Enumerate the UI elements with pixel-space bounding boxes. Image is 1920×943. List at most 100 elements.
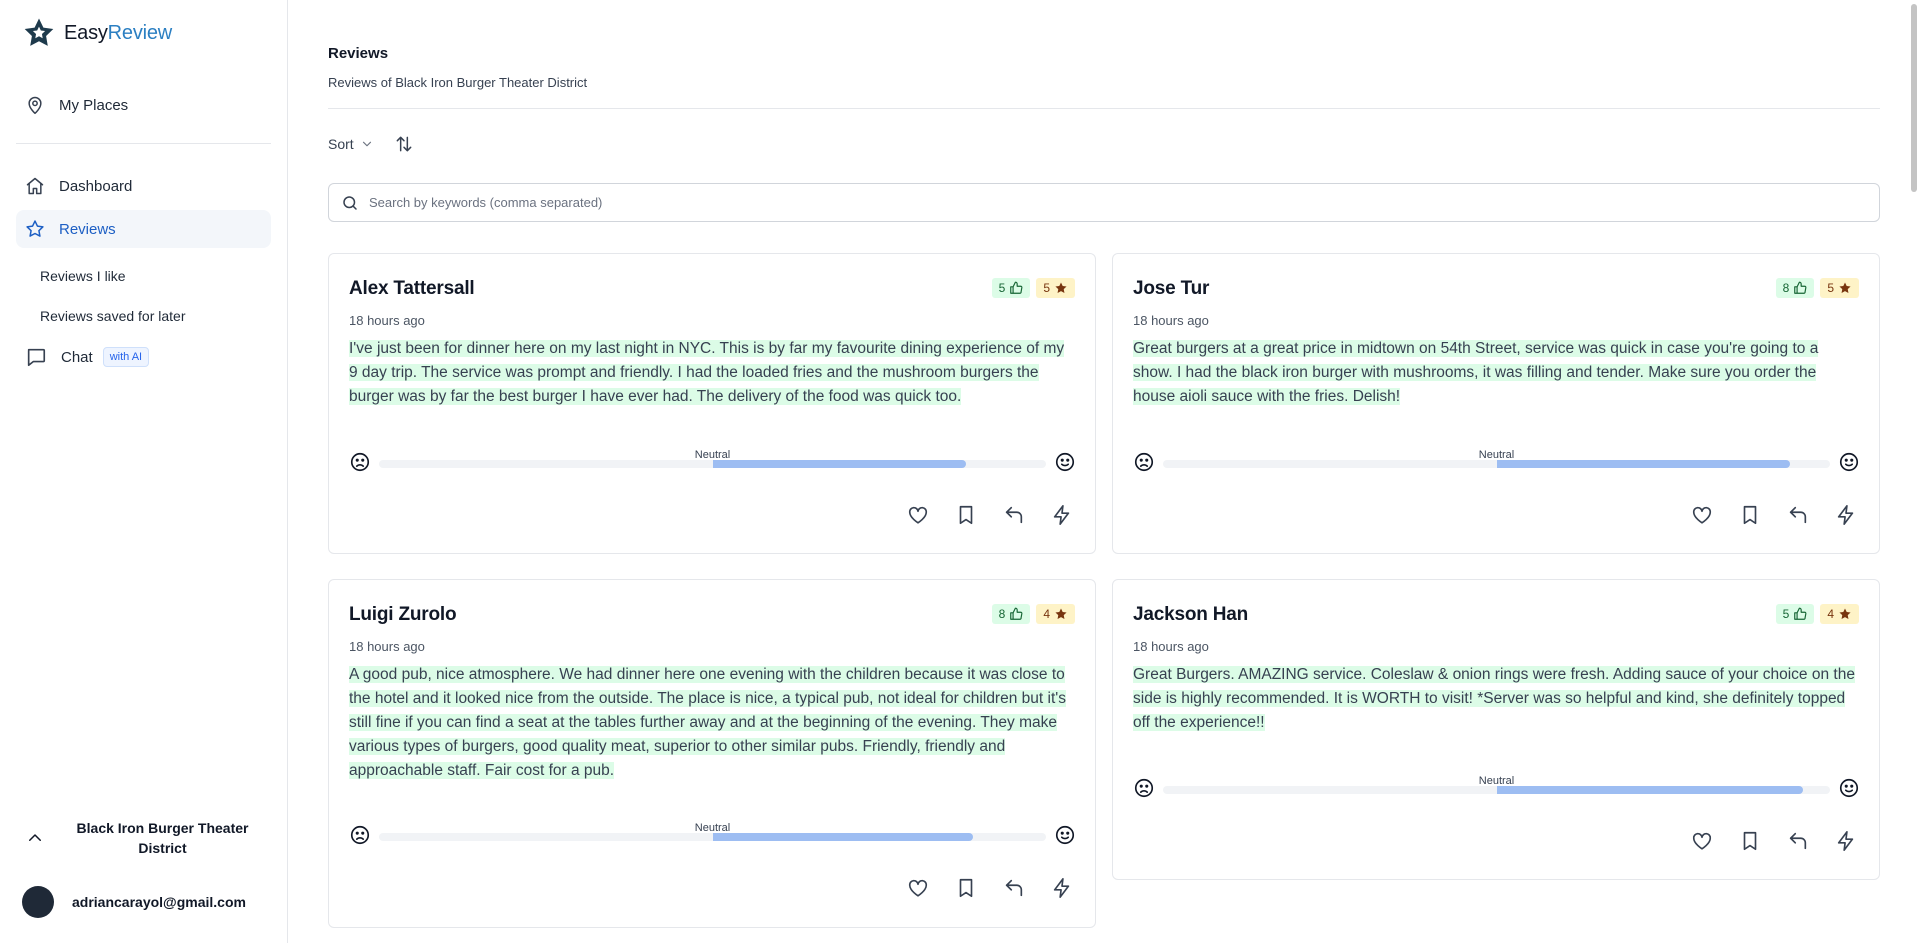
lightning-icon[interactable] bbox=[1833, 828, 1859, 854]
review-time: 18 hours ago bbox=[1133, 313, 1209, 328]
heart-icon[interactable] bbox=[905, 875, 931, 901]
review-actions bbox=[905, 875, 1075, 901]
sort-direction-icon[interactable] bbox=[394, 134, 414, 154]
stars-badge: 5 bbox=[1036, 278, 1075, 298]
likes-count: 5 bbox=[1782, 607, 1790, 621]
stars-badge: 5 bbox=[1820, 278, 1859, 298]
thumbs-up-icon bbox=[1010, 281, 1023, 294]
heart-icon[interactable] bbox=[1689, 828, 1715, 854]
neutral-label: Neutral bbox=[1478, 775, 1515, 787]
review-text: Great burgers at a great price in midtow… bbox=[1133, 337, 1855, 409]
search-box bbox=[328, 183, 1880, 222]
bookmark-icon[interactable] bbox=[1737, 828, 1763, 854]
sad-face-icon bbox=[350, 825, 370, 845]
home-icon bbox=[26, 177, 44, 195]
happy-face-icon bbox=[1055, 452, 1075, 472]
reply-icon[interactable] bbox=[1001, 875, 1027, 901]
review-badges: 5 4 bbox=[1775, 604, 1859, 624]
reply-icon[interactable] bbox=[1001, 502, 1027, 528]
chevron-up-icon[interactable] bbox=[16, 819, 54, 857]
sentiment-bar: Neutral bbox=[1133, 449, 1860, 475]
neutral-label: Neutral bbox=[1478, 449, 1515, 461]
likes-badge: 8 bbox=[991, 604, 1031, 624]
sentiment-track: Neutral bbox=[379, 822, 1046, 841]
nav-my-places-label: My Places bbox=[59, 96, 129, 114]
sentiment-fill bbox=[712, 460, 966, 468]
sentiment-bar: Neutral bbox=[349, 822, 1076, 848]
nav-reviews-saved[interactable]: Reviews saved for later bbox=[40, 308, 186, 324]
review-card: Jose Tur 8 5 18 hours ago Great burgers … bbox=[1112, 253, 1880, 554]
likes-count: 8 bbox=[1782, 281, 1790, 295]
happy-face-icon bbox=[1839, 452, 1859, 472]
sentiment-track: Neutral bbox=[1163, 775, 1830, 794]
review-actions bbox=[905, 502, 1075, 528]
review-card: Jackson Han 5 4 18 hours ago Great Burge… bbox=[1112, 579, 1880, 880]
review-badges: 5 5 bbox=[991, 278, 1075, 298]
review-text: I've just been for dinner here on my las… bbox=[349, 337, 1071, 409]
star-filled-icon bbox=[1055, 608, 1067, 619]
review-badges: 8 5 bbox=[1775, 278, 1859, 298]
likes-count: 8 bbox=[998, 607, 1006, 621]
heart-icon[interactable] bbox=[1689, 502, 1715, 528]
review-badges: 8 4 bbox=[991, 604, 1075, 624]
review-actions bbox=[1689, 828, 1859, 854]
nav-my-places[interactable]: My Places bbox=[16, 86, 271, 124]
review-card: Alex Tattersall 5 5 18 hours ago I've ju… bbox=[328, 253, 1096, 554]
nav-dashboard[interactable]: Dashboard bbox=[16, 167, 271, 205]
page-title: Reviews bbox=[328, 45, 389, 62]
likes-badge: 8 bbox=[1775, 278, 1815, 298]
likes-badge: 5 bbox=[1775, 604, 1815, 624]
nav-reviews-label: Reviews bbox=[59, 220, 116, 238]
star-logo-icon bbox=[24, 18, 54, 46]
thumbs-up-icon bbox=[1794, 281, 1807, 294]
sentiment-fill bbox=[712, 833, 973, 841]
likes-badge: 5 bbox=[991, 278, 1031, 298]
neutral-label: Neutral bbox=[694, 822, 731, 834]
main-content: Reviews Reviews of Black Iron Burger The… bbox=[328, 0, 1880, 943]
star-filled-icon bbox=[1055, 282, 1067, 293]
search-input[interactable] bbox=[369, 195, 1879, 210]
review-text-highlight: Great burgers at a great price in midtow… bbox=[1133, 340, 1819, 405]
bookmark-icon[interactable] bbox=[953, 502, 979, 528]
ai-badge: with AI bbox=[102, 347, 150, 367]
sidebar: EasyReview My Places Dashboard Reviews R… bbox=[0, 0, 288, 943]
lightning-icon[interactable] bbox=[1049, 875, 1075, 901]
logo[interactable]: EasyReview bbox=[22, 16, 172, 50]
nav-reviews[interactable]: Reviews bbox=[16, 210, 271, 248]
neutral-label: Neutral bbox=[694, 449, 731, 461]
sort-dropdown[interactable]: Sort bbox=[328, 136, 374, 152]
stars-count: 4 bbox=[1043, 607, 1050, 621]
page-subtitle: Reviews of Black Iron Burger Theater Dis… bbox=[328, 75, 588, 90]
lightning-icon[interactable] bbox=[1049, 502, 1075, 528]
nav-chat-label: Chat bbox=[61, 348, 93, 366]
place-name: Black Iron Burger Theater District bbox=[76, 820, 249, 856]
review-text: Great Burgers. AMAZING service. Coleslaw… bbox=[1133, 663, 1855, 735]
nav-dashboard-label: Dashboard bbox=[59, 177, 133, 195]
heart-icon[interactable] bbox=[905, 502, 931, 528]
review-actions bbox=[1689, 502, 1859, 528]
review-author: Jose Tur bbox=[1133, 278, 1210, 299]
happy-face-icon bbox=[1839, 778, 1859, 798]
brand-part-2: Review bbox=[107, 21, 173, 44]
lightning-icon[interactable] bbox=[1833, 502, 1859, 528]
nav-reviews-i-like[interactable]: Reviews I like bbox=[40, 268, 126, 284]
stars-count: 5 bbox=[1043, 281, 1050, 295]
reply-icon[interactable] bbox=[1785, 502, 1811, 528]
happy-face-icon bbox=[1055, 825, 1075, 845]
stars-badge: 4 bbox=[1036, 604, 1075, 624]
sad-face-icon bbox=[1134, 778, 1154, 798]
nav-chat[interactable]: Chat with AI bbox=[16, 338, 271, 376]
review-author: Jackson Han bbox=[1133, 604, 1249, 625]
review-text-highlight: A good pub, nice atmosphere. We had dinn… bbox=[349, 666, 1066, 779]
avatar bbox=[22, 886, 54, 918]
sentiment-track: Neutral bbox=[379, 449, 1046, 468]
scrollbar[interactable] bbox=[1911, 4, 1917, 192]
reply-icon[interactable] bbox=[1785, 828, 1811, 854]
place-selector[interactable]: Black Iron Burger Theater District bbox=[16, 818, 271, 858]
review-text-highlight: I've just been for dinner here on my las… bbox=[349, 340, 1065, 405]
bookmark-icon[interactable] bbox=[1737, 502, 1763, 528]
bookmark-icon[interactable] bbox=[953, 875, 979, 901]
search-icon bbox=[343, 195, 357, 210]
user-menu[interactable]: adriancarayol@gmail.com bbox=[22, 886, 246, 918]
star-icon bbox=[26, 220, 44, 237]
